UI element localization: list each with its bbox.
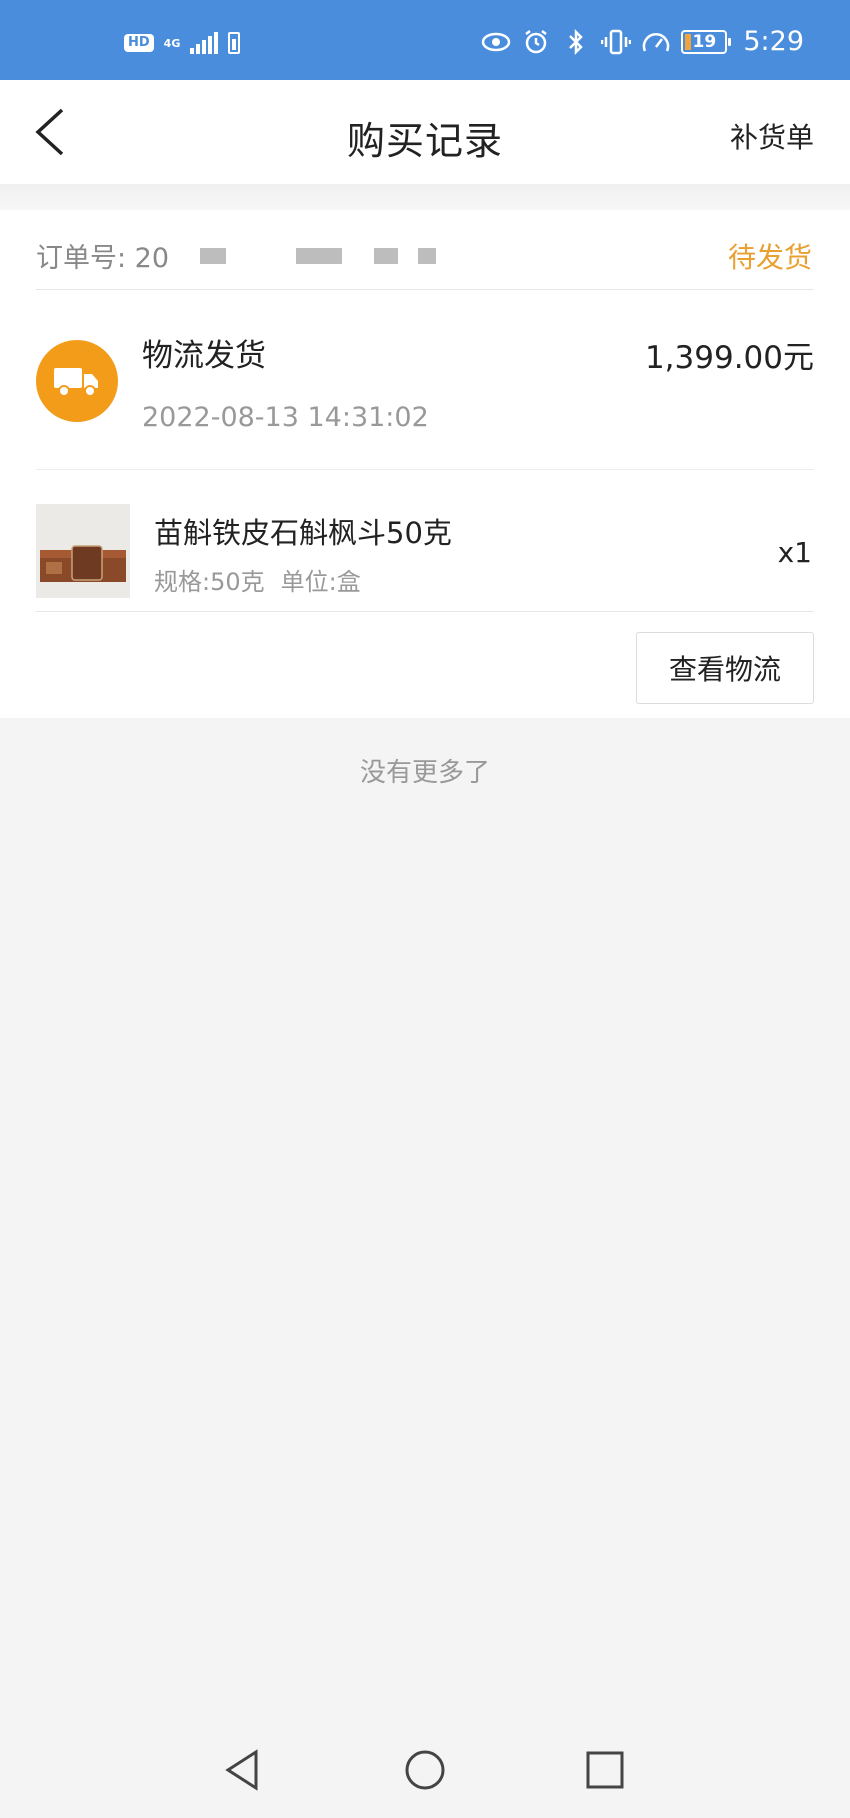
shipping-time: 2022-08-13 14:31:02 (142, 402, 429, 433)
restock-link[interactable]: 补货单 (730, 116, 814, 156)
battery-alert-icon (228, 32, 241, 54)
eye-icon (481, 27, 511, 57)
redacted-block (200, 248, 226, 264)
header-divider (0, 184, 850, 210)
order-card[interactable]: 订单号: 20 待发货 物流发货 2022-08-13 14:31:02 1,3… (0, 210, 850, 718)
battery-icon: 19 (681, 29, 732, 54)
page-title: 购买记录 (346, 119, 503, 163)
truck-icon (36, 340, 118, 422)
status-bar: HD 4G 19 5:29 (0, 0, 850, 80)
alarm-icon (521, 27, 551, 57)
battery-level: 19 (692, 31, 717, 52)
no-more-text: 没有更多了 (359, 758, 490, 788)
redacted-block (374, 248, 398, 264)
clock: 5:29 (743, 26, 804, 57)
order-status: 待发货 (727, 241, 812, 274)
product-row[interactable]: 苗斛铁皮石斛枫斗50克 规格:50克 单位:盒 x1 (36, 470, 814, 612)
product-unit: 单位:盒 (280, 568, 361, 596)
triangle-back-icon (225, 1749, 258, 1791)
hd-icon: HD (124, 34, 154, 52)
product-spec: 规格:50克 单位:盒 (154, 562, 361, 597)
circle-home-icon (405, 1750, 445, 1790)
network-type: 4G (163, 36, 181, 50)
order-header: 订单号: 20 待发货 (36, 210, 814, 290)
product-name: 苗斛铁皮石斛枫斗50克 (154, 516, 452, 550)
redacted-block (418, 248, 436, 264)
signal-icon (190, 32, 219, 54)
product-spec-value: 规格:50克 (154, 568, 265, 596)
speed-icon (641, 27, 671, 57)
vibrate-icon (601, 27, 632, 57)
nav-home-button[interactable] (395, 1742, 455, 1798)
order-amount: 1,399.00元 (644, 340, 814, 376)
status-left: HD 4G (124, 32, 241, 54)
status-right: 19 5:29 (481, 26, 804, 57)
header: 购买记录 补货单 (0, 80, 850, 184)
navigation-bar (0, 1722, 850, 1818)
order-number: 订单号: 20 (36, 243, 170, 274)
nav-back-button[interactable] (212, 1742, 272, 1798)
view-logistics-button[interactable]: 查看物流 (636, 632, 814, 704)
bluetooth-icon (561, 27, 591, 57)
shipping-method: 物流发货 (142, 338, 266, 374)
product-quantity: x1 (777, 536, 812, 569)
product-image (36, 504, 130, 598)
square-recents-icon (586, 1751, 624, 1789)
redacted-block (296, 248, 342, 264)
shipping-row: 物流发货 2022-08-13 14:31:02 1,399.00元 (36, 290, 814, 470)
nav-recents-button[interactable] (575, 1742, 635, 1798)
